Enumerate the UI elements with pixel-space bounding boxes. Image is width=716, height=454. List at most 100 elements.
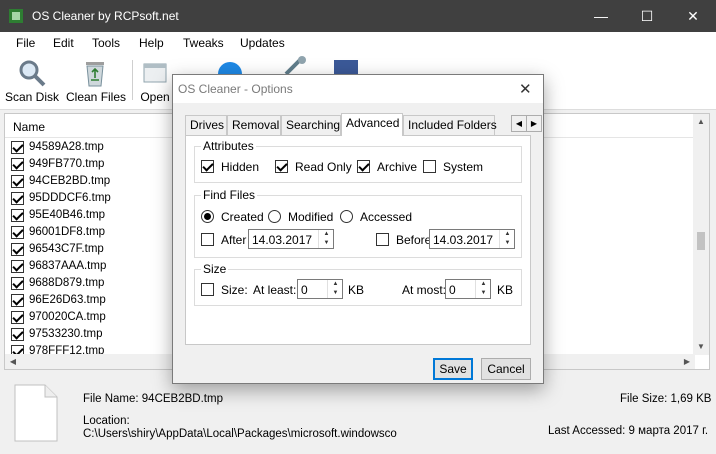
after-date-spinner[interactable]: ▲ ▼: [318, 230, 333, 248]
scroll-left-icon[interactable]: ◀: [5, 354, 21, 369]
tab-scroll-right-icon[interactable]: ▶: [526, 115, 542, 132]
location-path: C:\Users\shiry\AppData\Local\Packages\mi…: [83, 428, 397, 440]
read-only-checkbox[interactable]: [275, 160, 288, 173]
row-checkbox[interactable]: [11, 328, 24, 341]
tab-searching[interactable]: Searching: [281, 115, 341, 135]
size-label: Size:: [221, 283, 248, 297]
menu-file[interactable]: File: [16, 36, 35, 50]
row-checkbox[interactable]: [11, 294, 24, 307]
after-checkbox[interactable]: [201, 233, 214, 246]
file-name-text: File Name: 94CEB2BD.tmp: [83, 393, 223, 405]
scroll-thumb[interactable]: [697, 232, 705, 250]
created-label: Created: [221, 210, 264, 224]
clean-files-button[interactable]: Clean Files: [66, 58, 127, 104]
menu-help[interactable]: Help: [139, 36, 164, 50]
file-name: 970020CA.tmp: [29, 311, 106, 323]
before-date-spinner[interactable]: ▲ ▼: [499, 230, 514, 248]
tab-removal[interactable]: Removal: [227, 115, 281, 135]
tab-strip: Drives Removal Searching Advanced Includ…: [185, 113, 542, 136]
at-least-input[interactable]: 0 ▲ ▼: [297, 279, 343, 299]
find-files-group: Find Files Created Modified Accessed Aft…: [194, 188, 522, 258]
file-details-panel: File Name: 94CEB2BD.tmp File Size: 1,69 …: [0, 372, 716, 454]
menu-tweaks[interactable]: Tweaks: [183, 36, 224, 50]
spin-down-icon[interactable]: ▼: [319, 239, 334, 248]
file-name: 94589A28.tmp: [29, 141, 104, 153]
after-date-picker[interactable]: 14.03.2017 ▲ ▼: [248, 229, 334, 249]
scroll-up-icon[interactable]: ▲: [693, 114, 709, 130]
spin-down-icon[interactable]: ▼: [476, 289, 491, 298]
at-most-unit: KB: [497, 283, 514, 297]
facebook-icon[interactable]: [334, 60, 358, 74]
vertical-scrollbar[interactable]: ▲ ▼: [693, 114, 709, 355]
location-label: Location:: [83, 415, 130, 427]
row-checkbox[interactable]: [11, 158, 24, 171]
row-checkbox[interactable]: [11, 226, 24, 239]
recycle-bin-icon: [86, 62, 104, 87]
spin-down-icon[interactable]: ▼: [328, 289, 343, 298]
window-title: OS Cleaner by RCPsoft.net: [32, 9, 179, 23]
system-checkbox[interactable]: [423, 160, 436, 173]
at-most-input[interactable]: 0 ▲ ▼: [445, 279, 491, 299]
archive-label: Archive: [377, 160, 418, 174]
row-checkbox[interactable]: [11, 311, 24, 324]
spin-up-icon[interactable]: ▲: [328, 280, 343, 289]
spin-up-icon[interactable]: ▲: [319, 230, 334, 239]
dialog-close-button[interactable]: ✕: [519, 80, 532, 98]
at-least-spinner[interactable]: ▲ ▼: [327, 280, 342, 298]
before-checkbox[interactable]: [376, 233, 389, 246]
menu-tools[interactable]: Tools: [92, 36, 120, 50]
scroll-right-icon[interactable]: ▶: [679, 354, 695, 369]
open-label: Open: [140, 90, 170, 104]
at-most-label: At most:: [402, 283, 447, 297]
save-button[interactable]: Save: [433, 358, 473, 380]
row-checkbox[interactable]: [11, 209, 24, 222]
tab-advanced[interactable]: Advanced: [341, 113, 403, 136]
spin-down-icon[interactable]: ▼: [500, 239, 515, 248]
cancel-button[interactable]: Cancel: [481, 358, 531, 380]
menu-bar: File Edit Tools Help Tweaks Updates: [0, 32, 716, 54]
spin-up-icon[interactable]: ▲: [500, 230, 515, 239]
menu-edit[interactable]: Edit: [53, 36, 74, 50]
row-checkbox[interactable]: [11, 243, 24, 256]
modified-radio[interactable]: [268, 210, 281, 223]
file-name: 95E40B46.tmp: [29, 209, 106, 221]
tab-included-folders[interactable]: Included Folders: [403, 115, 497, 135]
options-dialog: OS Cleaner - Options ✕ Drives Removal Se…: [172, 74, 544, 384]
at-most-spinner[interactable]: ▲ ▼: [475, 280, 490, 298]
spin-up-icon[interactable]: ▲: [476, 280, 491, 289]
clean-files-label: Clean Files: [66, 90, 127, 104]
dialog-title-bar: OS Cleaner - Options ✕: [173, 75, 543, 103]
scroll-down-icon[interactable]: ▼: [693, 339, 709, 355]
scan-disk-button[interactable]: Scan Disk: [5, 58, 59, 104]
created-radio[interactable]: [201, 210, 214, 223]
wrench-icon[interactable]: [280, 56, 310, 76]
row-checkbox[interactable]: [11, 141, 24, 154]
column-header-name[interactable]: Name: [13, 120, 45, 134]
tab-drives[interactable]: Drives: [185, 115, 227, 135]
accessed-radio[interactable]: [340, 210, 353, 223]
after-date-value: 14.03.2017: [252, 233, 313, 247]
attributes-group: Attributes Hidden Read Only Archive Syst…: [194, 139, 522, 183]
menu-updates[interactable]: Updates: [240, 36, 285, 50]
at-least-label: At least:: [253, 283, 297, 297]
row-checkbox[interactable]: [11, 277, 24, 290]
info-icon[interactable]: [218, 60, 242, 74]
hidden-checkbox[interactable]: [201, 160, 214, 173]
size-checkbox[interactable]: [201, 283, 214, 296]
before-date-picker[interactable]: 14.03.2017 ▲ ▼: [429, 229, 515, 249]
tab-scroll-left-icon[interactable]: ◀: [511, 115, 527, 132]
last-accessed-text: Last Accessed: 9 марта 2017 г.: [548, 425, 709, 437]
close-button[interactable]: ✕: [670, 0, 716, 32]
archive-checkbox[interactable]: [357, 160, 370, 173]
minimize-button[interactable]: —: [578, 0, 624, 32]
dialog-title: OS Cleaner - Options: [178, 82, 293, 96]
row-checkbox[interactable]: [11, 175, 24, 188]
file-name: 96E26D63.tmp: [29, 294, 106, 306]
row-checkbox[interactable]: [11, 260, 24, 273]
scan-disk-label: Scan Disk: [5, 90, 60, 104]
file-name: 95DDDCF6.tmp: [29, 192, 111, 204]
tab-scroll-buttons: ◀ ▶: [511, 115, 543, 132]
open-button[interactable]: Open: [140, 58, 170, 104]
row-checkbox[interactable]: [11, 192, 24, 205]
maximize-button[interactable]: ☐: [624, 0, 670, 32]
